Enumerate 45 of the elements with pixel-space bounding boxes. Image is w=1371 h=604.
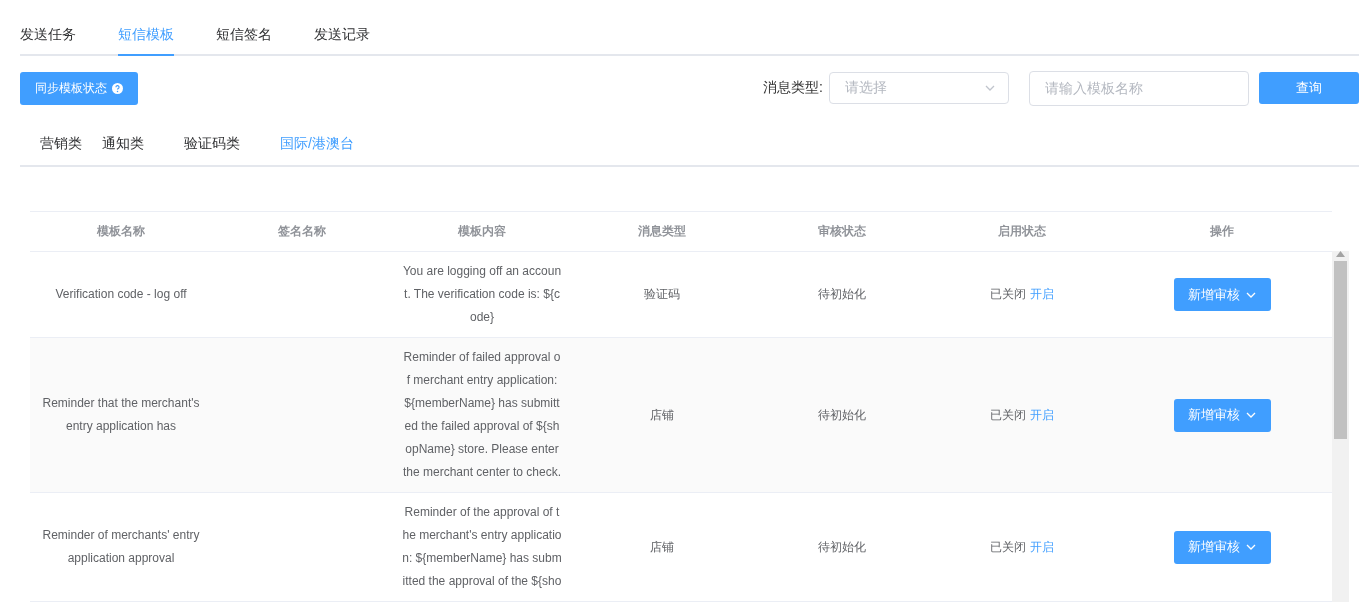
enable-link[interactable]: 开启 bbox=[1030, 407, 1054, 422]
column-header: 启用状态 bbox=[997, 223, 1047, 240]
enable-link[interactable]: 开启 bbox=[1030, 287, 1054, 301]
enable-status-text: 已关闭 bbox=[990, 287, 1026, 301]
template-content-cell-text: You are logging off an accoun t. The verification code is: ${c ode} bbox=[401, 263, 563, 326]
column-header: 操作 bbox=[1209, 223, 1235, 240]
column-header: 审核状态 bbox=[817, 223, 867, 240]
add-review-button[interactable]: 新增审核 bbox=[1173, 530, 1271, 564]
template-content-cell-text: Reminder of failed approval o f merchant entry application: ${memberName} has submitt ed the failed approval of ${sh opName} store. Please enter the merchant center to check. bbox=[401, 349, 563, 481]
scrollbar[interactable] bbox=[1332, 251, 1349, 602]
audit-status-cell-text: 待初始化 bbox=[817, 538, 867, 556]
enable-status-text: 已关闭 bbox=[990, 407, 1026, 422]
template-name-search-field[interactable]: 请输入模板名称 bbox=[1029, 70, 1249, 106]
message-type-cell-text: 店铺 bbox=[649, 406, 675, 424]
template-name-cell-text: Reminder of merchants' entry application approval bbox=[41, 527, 201, 567]
column-header: 签名名称 bbox=[277, 223, 327, 240]
enable-status-text: 已关闭 bbox=[990, 539, 1026, 554]
scrollbar-thumb[interactable] bbox=[1334, 261, 1347, 439]
message-type-cell-text: 店铺 bbox=[649, 538, 675, 556]
message-type-cell-text: 验证码 bbox=[643, 286, 681, 303]
sync-template-status-button[interactable]: 同步模板状态 bbox=[20, 71, 138, 105]
column-header: 模板内容 bbox=[457, 223, 507, 240]
query-button[interactable]: 查询 bbox=[1259, 72, 1359, 104]
add-review-button[interactable]: 新增审核 bbox=[1173, 398, 1271, 432]
template-content-cell-text: Reminder of the approval of t he merchant's entry applicatio n: ${memberName} has subm itted the approval of the ${sho bbox=[401, 504, 563, 590]
column-header: 模板名称 bbox=[96, 223, 146, 240]
column-header: 消息类型 bbox=[637, 223, 687, 240]
tab[interactable]: 发送任务 bbox=[20, 26, 76, 56]
enable-link[interactable]: 开启 bbox=[1030, 539, 1054, 554]
help-icon bbox=[112, 82, 123, 94]
category-tab[interactable]: 通知类 bbox=[102, 135, 184, 165]
category-tab[interactable]: 国际/港澳台 bbox=[280, 135, 380, 165]
category-tab[interactable]: 营销类 bbox=[40, 135, 102, 165]
tab[interactable]: 发送记录 bbox=[314, 26, 370, 56]
filter-label: 消息类型: bbox=[763, 79, 823, 97]
audit-status-cell-text: 待初始化 bbox=[817, 406, 867, 424]
audit-status-cell-text: 待初始化 bbox=[817, 286, 867, 303]
add-review-button[interactable]: 新增审核 bbox=[1173, 278, 1271, 311]
template-name-cell-text: Verification code - log off bbox=[54, 286, 188, 303]
tab[interactable]: 短信模板 bbox=[118, 26, 174, 56]
scroll-up-arrow-icon[interactable] bbox=[1336, 251, 1345, 257]
message-type-select[interactable]: 请选择 bbox=[829, 72, 1009, 104]
category-tab[interactable]: 验证码类 bbox=[184, 135, 280, 165]
template-name-cell-text: Reminder that the merchant's entry application has bbox=[41, 395, 201, 435]
tab[interactable]: 短信签名 bbox=[216, 26, 272, 56]
